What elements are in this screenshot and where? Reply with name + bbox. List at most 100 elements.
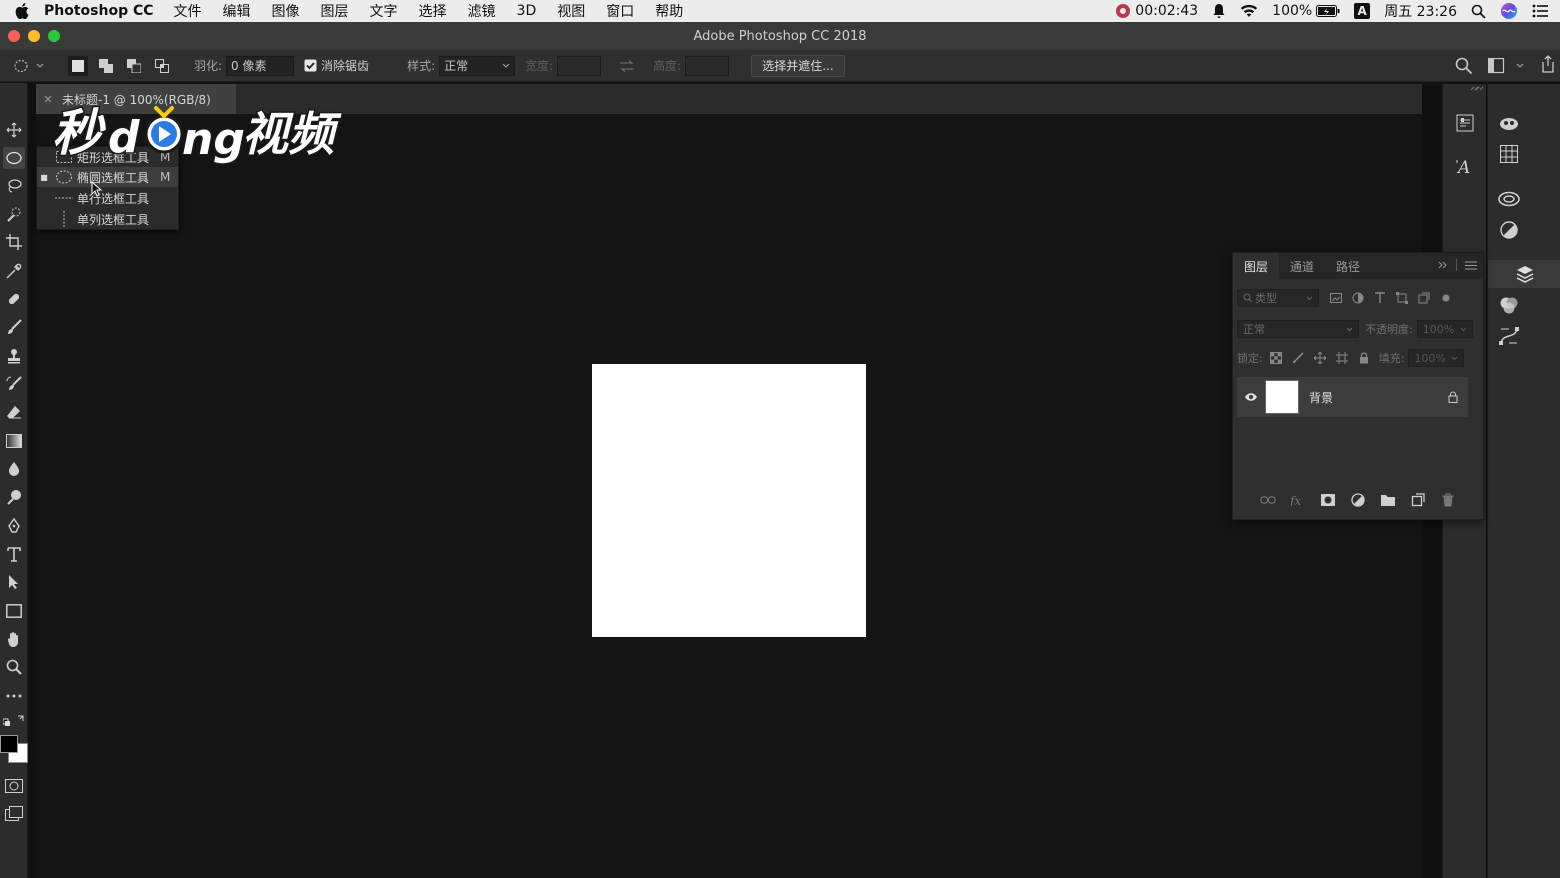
- menu-help[interactable]: 帮助: [655, 1, 683, 21]
- apple-menu-icon[interactable]: [0, 3, 44, 19]
- single-column-marquee-tool-item[interactable]: 单列选框工具: [37, 209, 178, 229]
- feather-input[interactable]: 0 像素: [226, 55, 295, 76]
- type-tool-icon[interactable]: [3, 543, 25, 565]
- elliptical-marquee-tool-icon[interactable]: [3, 147, 25, 169]
- window-minimize-button[interactable]: [28, 30, 40, 42]
- lock-artboard-icon[interactable]: [1331, 349, 1353, 367]
- subtract-from-selection-icon[interactable]: [124, 56, 144, 76]
- menu-edit[interactable]: 编辑: [223, 1, 251, 21]
- clone-stamp-tool-icon[interactable]: [3, 345, 25, 367]
- window-zoom-button[interactable]: [48, 30, 60, 42]
- window-close-button[interactable]: [8, 30, 20, 42]
- tool-preset-picker[interactable]: [14, 56, 34, 76]
- chevron-down-icon[interactable]: [36, 63, 44, 69]
- width-input[interactable]: [557, 55, 602, 76]
- menu-3d[interactable]: 3D: [517, 3, 537, 19]
- lock-image-pixels-icon[interactable]: [1287, 349, 1309, 367]
- visibility-eye-icon[interactable]: [1237, 392, 1265, 402]
- pen-tool-icon[interactable]: [3, 515, 25, 537]
- collapse-arrows-icon[interactable]: [1438, 261, 1448, 269]
- layers-panel-icon[interactable]: [1488, 260, 1560, 288]
- channels-panel-icon[interactable]: [1496, 292, 1522, 318]
- spotlight-search-icon[interactable]: [1471, 4, 1486, 19]
- quick-mask-icon[interactable]: [3, 775, 25, 797]
- adjustments-panel-icon[interactable]: [1496, 217, 1522, 243]
- creative-cloud-icon[interactable]: [1496, 186, 1522, 212]
- select-and-mask-button[interactable]: 选择并遮住...: [751, 54, 845, 77]
- hand-tool-icon[interactable]: [3, 628, 25, 650]
- libraries-panel-icon[interactable]: [1496, 110, 1522, 136]
- quick-selection-tool-icon[interactable]: [3, 203, 25, 225]
- close-icon[interactable]: [44, 95, 52, 103]
- lock-position-icon[interactable]: [1309, 349, 1331, 367]
- menu-select[interactable]: 选择: [419, 1, 447, 21]
- menu-type[interactable]: 文字: [370, 1, 398, 21]
- blur-tool-icon[interactable]: [3, 458, 25, 480]
- input-method-indicator[interactable]: A: [1354, 3, 1371, 19]
- collapse-arrows-icon[interactable]: [1474, 86, 1484, 92]
- siri-icon[interactable]: [1500, 2, 1518, 20]
- panel-menu-icon[interactable]: [1465, 261, 1477, 270]
- layer-name[interactable]: 背景: [1309, 389, 1438, 406]
- lasso-tool-icon[interactable]: [3, 175, 25, 197]
- workspace-switcher-icon[interactable]: [1488, 58, 1506, 74]
- app-menu-photoshop[interactable]: Photoshop CC: [44, 3, 154, 19]
- menu-bar-clock[interactable]: 周五 23:26: [1384, 1, 1457, 21]
- default-colors-icon[interactable]: [3, 713, 25, 727]
- menu-view[interactable]: 视图: [557, 1, 585, 21]
- single-row-marquee-tool-item[interactable]: 单行选框工具: [37, 188, 178, 208]
- crop-tool-icon[interactable]: [3, 231, 25, 253]
- intersect-selection-icon[interactable]: [152, 56, 172, 76]
- menu-file[interactable]: 文件: [174, 1, 202, 21]
- menu-filter[interactable]: 滤镜: [468, 1, 496, 21]
- blend-mode-select[interactable]: 正常: [1237, 320, 1359, 338]
- history-brush-tool-icon[interactable]: [3, 373, 25, 395]
- opacity-input[interactable]: 100%: [1416, 320, 1473, 338]
- character-panel-icon[interactable]: A: [1452, 154, 1478, 180]
- dodge-tool-icon[interactable]: [3, 486, 25, 508]
- filter-pixel-icon[interactable]: [1325, 289, 1347, 307]
- menu-image[interactable]: 图像: [272, 1, 300, 21]
- screen-recording-status[interactable]: 00:02:43: [1115, 3, 1198, 19]
- new-adjustment-layer-icon[interactable]: [1347, 489, 1369, 511]
- tab-channels[interactable]: 通道: [1279, 253, 1325, 279]
- wifi-icon[interactable]: [1240, 4, 1258, 18]
- lock-all-icon[interactable]: [1353, 349, 1375, 367]
- filter-kind-select[interactable]: 类型: [1237, 289, 1319, 307]
- delete-layer-trash-icon[interactable]: [1437, 489, 1459, 511]
- menu-layer[interactable]: 图层: [321, 1, 349, 21]
- new-layer-icon[interactable]: [1407, 489, 1429, 511]
- path-selection-tool-icon[interactable]: [3, 571, 25, 593]
- filter-shape-icon[interactable]: [1391, 289, 1413, 307]
- brush-tool-icon[interactable]: [3, 316, 25, 338]
- elliptical-marquee-tool-item[interactable]: ■ 椭圆选框工具 M: [37, 167, 178, 187]
- eyedropper-tool-icon[interactable]: [3, 260, 25, 282]
- filter-type-icon[interactable]: [1369, 289, 1391, 307]
- swap-dimensions-icon[interactable]: [619, 59, 635, 72]
- healing-brush-tool-icon[interactable]: [3, 288, 25, 310]
- antialias-checkbox[interactable]: [304, 59, 317, 72]
- filter-smart-object-icon[interactable]: [1413, 289, 1435, 307]
- move-tool-icon[interactable]: [3, 119, 25, 141]
- style-select[interactable]: 正常: [439, 55, 516, 76]
- eraser-tool-icon[interactable]: [3, 401, 25, 423]
- new-group-folder-icon[interactable]: [1377, 489, 1399, 511]
- rectangle-tool-icon[interactable]: [3, 600, 25, 622]
- swatches-panel-icon[interactable]: [1496, 141, 1522, 167]
- zoom-tool-icon[interactable]: [3, 656, 25, 678]
- tab-layers[interactable]: 图层: [1233, 253, 1280, 279]
- layer-row[interactable]: 背景: [1237, 377, 1468, 417]
- new-selection-icon[interactable]: [68, 55, 88, 76]
- height-input[interactable]: [685, 55, 730, 76]
- search-icon[interactable]: [1455, 57, 1473, 75]
- filter-adjustment-icon[interactable]: [1347, 289, 1369, 307]
- tab-paths[interactable]: 路径: [1325, 253, 1371, 279]
- battery-status[interactable]: 100%: [1272, 3, 1340, 19]
- add-to-selection-icon[interactable]: [96, 56, 116, 76]
- notification-center-icon[interactable]: [1532, 4, 1548, 18]
- menu-window[interactable]: 窗口: [606, 1, 634, 21]
- edit-toolbar-icon[interactable]: [3, 685, 25, 707]
- layer-style-fx-icon[interactable]: fx: [1287, 489, 1309, 511]
- paths-panel-icon[interactable]: [1496, 323, 1522, 349]
- document-canvas[interactable]: [592, 364, 866, 637]
